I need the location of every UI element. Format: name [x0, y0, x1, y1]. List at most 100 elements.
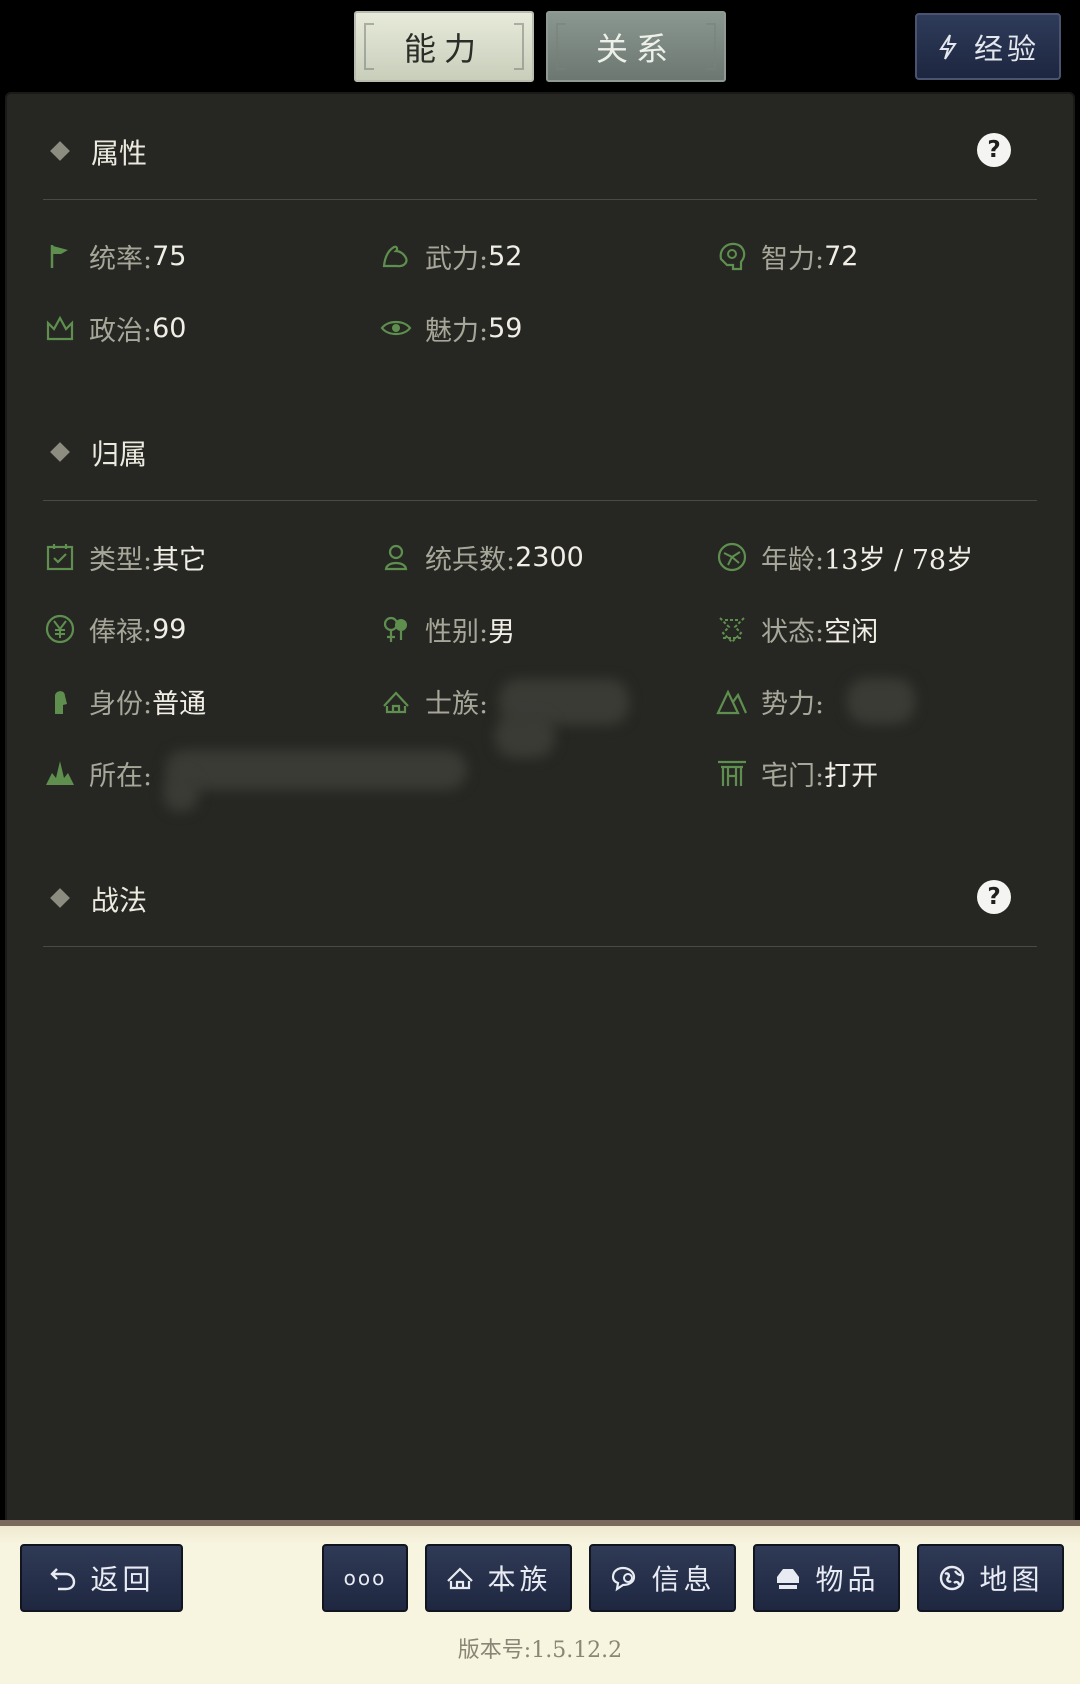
- stat-charm: 魅力: 59: [379, 300, 522, 356]
- info-label: 类型:: [89, 544, 153, 576]
- info-value: 2300: [515, 541, 584, 573]
- status-icon: [715, 612, 749, 646]
- info-label: 势力:: [761, 688, 825, 720]
- map-button[interactable]: 地图: [917, 1544, 1064, 1612]
- stat-value: 72: [824, 240, 859, 272]
- info-label: 年龄:: [761, 544, 825, 576]
- info-label: 性别:: [425, 616, 489, 648]
- info-value: 普通: [152, 688, 207, 720]
- version-number: 版本号:1.5.12.2: [457, 1638, 623, 1663]
- stat-label: 魅力:: [425, 315, 489, 347]
- tab-relation[interactable]: 关系: [546, 11, 726, 82]
- info-value: 空闲: [824, 616, 879, 648]
- items-button[interactable]: 物品: [753, 1544, 900, 1612]
- tab-left-ornament: [364, 23, 374, 70]
- lightning-icon: [939, 33, 957, 60]
- map-label: 地图: [979, 1563, 1044, 1596]
- stat-value: 52: [488, 240, 523, 272]
- top-tab-bar: 能力 关系 经验: [0, 0, 1080, 92]
- info-label: 身份:: [89, 688, 153, 720]
- stat-politics: 政治: 60: [43, 300, 186, 356]
- info-troops: 统兵数: 2300: [379, 529, 584, 585]
- stat-value: 60: [152, 312, 187, 344]
- character-panel: 属性 ? 统率: 75 武力: 52 智力: 72 政治: 60 魅力: 59 …: [5, 92, 1075, 1522]
- info-location: 所在:: [43, 745, 152, 801]
- info-value: 其它: [152, 544, 207, 576]
- return-arrow-icon: [50, 1568, 76, 1591]
- info-status: 状态: 空闲: [715, 601, 878, 657]
- tactics-section-header: 战法 ?: [43, 851, 1037, 947]
- diamond-bullet-icon: [50, 888, 70, 908]
- treasure-icon: [777, 1569, 800, 1589]
- affiliation-section-header: 归属: [43, 405, 1037, 501]
- yen-icon: [43, 612, 77, 646]
- info-faction: 势力:: [715, 673, 824, 729]
- info-clan: 士族:: [379, 673, 488, 729]
- info-label: 信息: [651, 1563, 716, 1596]
- stat-label: 政治:: [89, 315, 153, 347]
- back-button[interactable]: 返回: [20, 1544, 183, 1612]
- experience-label: 经验: [973, 31, 1040, 66]
- globe-icon: [940, 1565, 965, 1591]
- info-type: 类型: 其它: [43, 529, 206, 585]
- crown-icon: [43, 311, 77, 345]
- stat-label: 统率:: [89, 243, 153, 275]
- soldier-icon: [379, 540, 413, 574]
- tab-right-ornament: [706, 23, 716, 70]
- chat-bubble-icon: [612, 1566, 636, 1592]
- stat-leadership: 统率: 75: [43, 228, 186, 284]
- tab-right-ornament: [514, 23, 524, 70]
- mountain-icon: [715, 684, 749, 718]
- tactics-title: 战法: [91, 884, 148, 917]
- age-icon: [715, 540, 749, 574]
- info-gender: 性别: 男: [379, 601, 515, 657]
- arm-icon: [379, 239, 413, 273]
- info-identity: 身份: 普通: [43, 673, 206, 729]
- stat-value: 59: [488, 312, 523, 344]
- info-value: 男: [488, 616, 516, 648]
- stat-label: 武力:: [425, 243, 489, 275]
- bottom-decor-strip: [0, 1526, 1080, 1544]
- attributes-title: 属性: [91, 137, 148, 170]
- redaction-blur: [847, 678, 915, 724]
- info-label: 统兵数:: [425, 544, 516, 576]
- clan-icon: [379, 684, 413, 718]
- info-value: 13岁 / 78岁: [824, 544, 974, 576]
- info-salary: 俸禄: 99: [43, 601, 186, 657]
- castle-icon: [43, 756, 77, 790]
- items-label: 物品: [815, 1563, 880, 1596]
- flag-icon: [43, 239, 77, 273]
- info-label: 所在:: [89, 760, 153, 792]
- brain-icon: [715, 239, 749, 273]
- help-icon[interactable]: ?: [977, 880, 1011, 914]
- redaction-blur: [165, 750, 467, 790]
- stat-value: 75: [152, 240, 187, 272]
- statue-icon: [43, 684, 77, 718]
- redaction-blur: [495, 714, 555, 758]
- info-label: 士族:: [425, 688, 489, 720]
- info-value: 99: [152, 613, 187, 645]
- info-label: 状态:: [761, 616, 825, 648]
- info-age: 年龄: 13岁 / 78岁: [715, 529, 973, 585]
- calendar-icon: [43, 540, 77, 574]
- bottom-nav-bar: 返回 ooo 本族 信息 物品 地图 版本号:1.5.12.2: [0, 1520, 1080, 1684]
- clan-house-icon: [447, 1567, 474, 1590]
- tab-ability[interactable]: 能力: [354, 11, 534, 82]
- clan-button[interactable]: 本族: [425, 1544, 572, 1612]
- info-residence-gate: 宅门: 打开: [715, 745, 878, 801]
- info-button[interactable]: 信息: [589, 1544, 736, 1612]
- more-button[interactable]: ooo: [322, 1544, 408, 1612]
- clan-label: 本族: [487, 1563, 552, 1596]
- stat-label: 智力:: [761, 243, 825, 275]
- info-value: 打开: [824, 760, 879, 792]
- diamond-bullet-icon: [50, 141, 70, 161]
- experience-button[interactable]: 经验: [915, 13, 1061, 80]
- eye-icon: [379, 311, 413, 345]
- gender-icon: [379, 612, 413, 646]
- redaction-blur: [163, 774, 199, 812]
- stat-intellect: 智力: 72: [715, 228, 858, 284]
- stat-force: 武力: 52: [379, 228, 522, 284]
- back-label: 返回: [90, 1563, 155, 1596]
- tab-left-ornament: [556, 23, 566, 70]
- help-icon[interactable]: ?: [977, 133, 1011, 167]
